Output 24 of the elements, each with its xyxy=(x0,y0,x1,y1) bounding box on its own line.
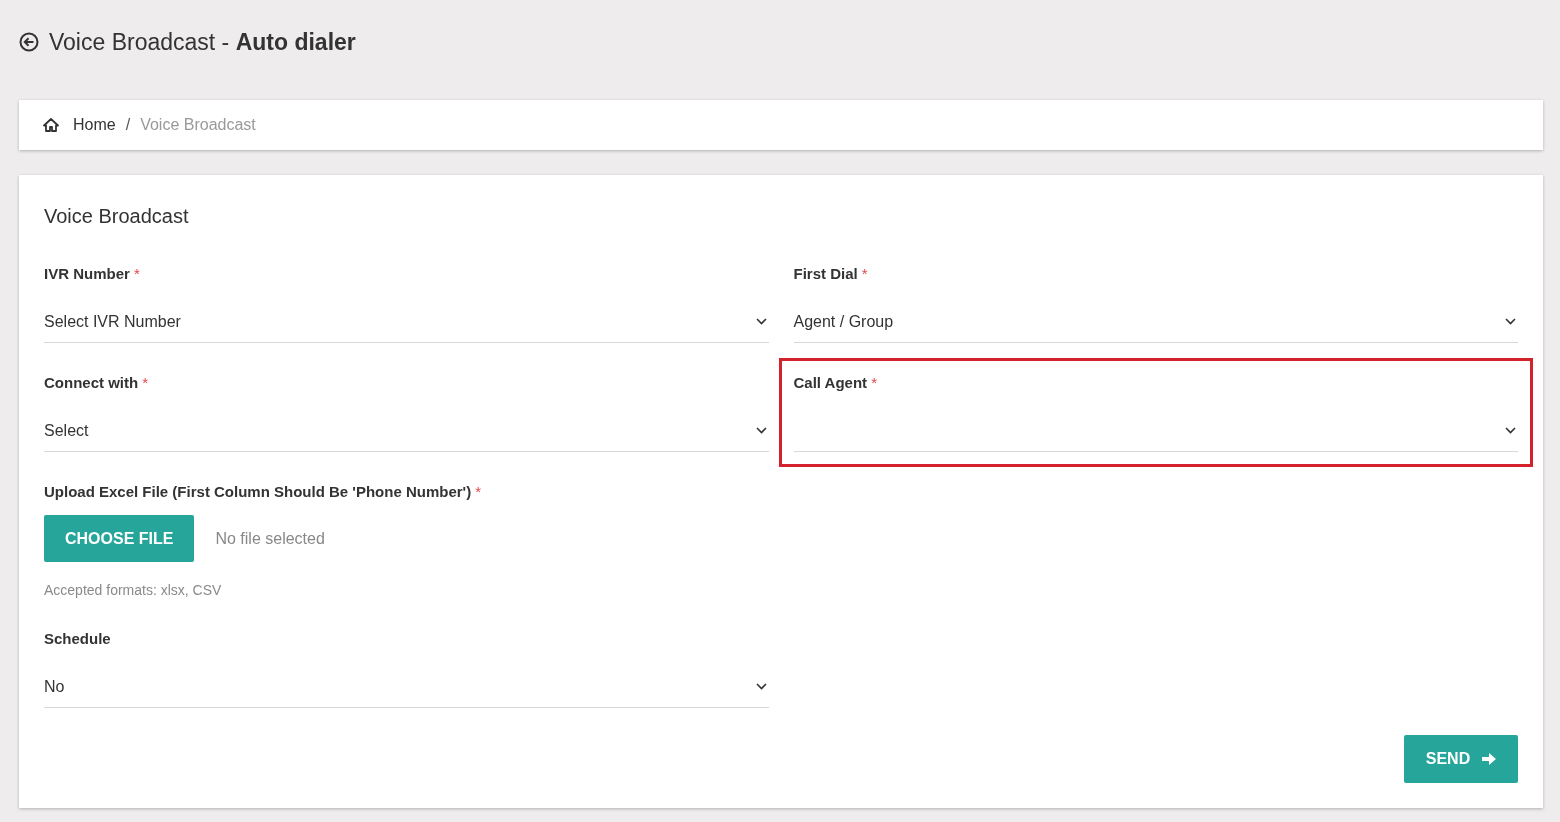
select-field[interactable]: Agent / Group xyxy=(793,299,1518,343)
field-label: First Dial * xyxy=(793,264,868,284)
select-field[interactable]: Select xyxy=(44,408,769,452)
select-field[interactable]: Select IVR Number xyxy=(44,299,769,343)
page-title: Voice Broadcast - Auto dialer xyxy=(49,28,356,56)
chevron-down-icon xyxy=(1505,427,1516,434)
chevron-down-icon xyxy=(755,683,767,690)
arrow-right-icon xyxy=(1482,753,1497,765)
helper-text: Accepted formats: xlsx, CSV xyxy=(44,582,222,598)
field-label: Schedule xyxy=(44,629,111,649)
file-status: No file selected xyxy=(215,529,325,548)
field-label: Call Agent * xyxy=(793,373,878,393)
chevron-down-icon xyxy=(755,318,767,325)
select-field[interactable]: No xyxy=(44,664,769,708)
card-title: Voice Broadcast xyxy=(44,205,189,228)
field-label: Upload Excel File (First Column Should Be 'Phone Number') * xyxy=(44,482,482,502)
breadcrumb-current: Voice Broadcast xyxy=(140,116,256,134)
home-icon xyxy=(43,118,59,132)
breadcrumb-separator: / xyxy=(125,116,131,134)
breadcrumb-link[interactable]: Home xyxy=(73,116,116,134)
chevron-down-icon xyxy=(755,427,767,434)
chevron-down-icon xyxy=(1505,318,1516,325)
field-label: Connect with * xyxy=(44,373,149,393)
field-label: IVR Number * xyxy=(44,264,140,284)
